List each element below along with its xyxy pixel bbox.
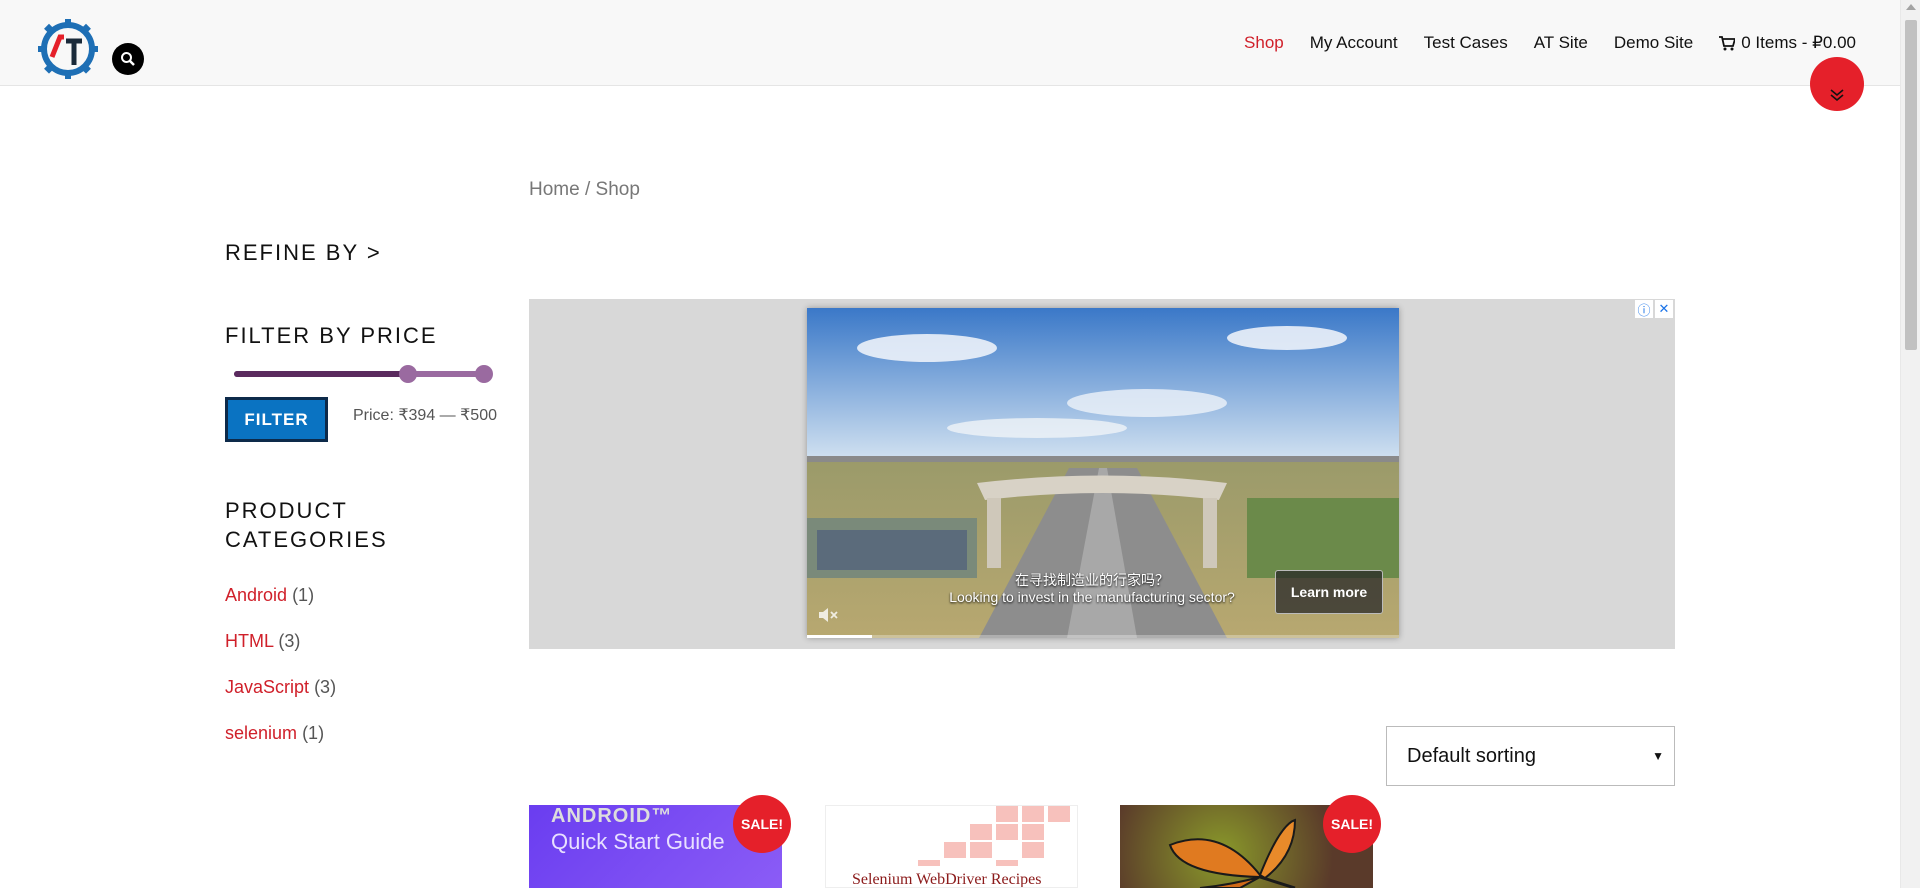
- ad-close-icon[interactable]: ✕: [1655, 300, 1673, 318]
- ad-caption: 在寻找制造业的行家吗？ Looking to invest in the man…: [937, 572, 1247, 606]
- breadcrumb: Home / Shop: [529, 179, 640, 201]
- page-scrollbar[interactable]: [1900, 0, 1920, 888]
- site-header: Shop My Account Test Cases AT Site Demo …: [0, 0, 1900, 86]
- ad-video[interactable]: 在寻找制造业的行家吗？ Looking to invest in the man…: [807, 308, 1399, 638]
- scroll-down-toggle[interactable]: [1810, 57, 1864, 111]
- list-item: selenium (1): [225, 723, 336, 769]
- ad-progress-bar: [807, 635, 1399, 638]
- category-count: (3): [278, 631, 301, 651]
- sort-select[interactable]: Default sorting ▼: [1386, 726, 1675, 786]
- ad-caption-cn: 在寻找制造业的行家吗？: [1015, 572, 1169, 588]
- list-item: Android (1): [225, 585, 336, 631]
- product-image-text: ANDROID™: [551, 805, 673, 827]
- filter-button[interactable]: FILTER: [225, 397, 328, 442]
- nav-shop[interactable]: Shop: [1244, 33, 1284, 53]
- nav-at-site[interactable]: AT Site: [1534, 33, 1588, 53]
- site-logo[interactable]: [36, 17, 100, 81]
- category-count: (1): [292, 585, 315, 605]
- price-slider-min-handle[interactable]: [399, 365, 417, 383]
- sort-selected-value: Default sorting: [1407, 744, 1536, 767]
- product-image-text: Selenium WebDriver Recipes: [852, 871, 1042, 888]
- nav-demo-site[interactable]: Demo Site: [1614, 33, 1693, 53]
- breadcrumb-separator: /: [579, 179, 596, 200]
- list-item: JavaScript (3): [225, 677, 336, 723]
- dropdown-arrow-icon: ▼: [1652, 749, 1664, 763]
- ad-banner: ⓘ ✕ 在寻找制造业的行家吗？ Looking to invest in the…: [529, 299, 1675, 649]
- mute-icon[interactable]: [817, 606, 839, 624]
- price-range-label: Price: ₹394 — ₹500: [353, 407, 497, 424]
- scrollbar-thumb[interactable]: [1905, 20, 1917, 350]
- category-link-android[interactable]: Android: [225, 585, 287, 605]
- nav-cart[interactable]: 0 Items - ₽0.00: [1719, 33, 1856, 53]
- price-slider-max-handle[interactable]: [475, 365, 493, 383]
- search-button[interactable]: [112, 43, 144, 75]
- category-link-javascript[interactable]: JavaScript: [225, 677, 309, 697]
- learn-more-button[interactable]: Learn more: [1275, 570, 1383, 614]
- sale-badge: SALE!: [1323, 795, 1381, 853]
- product-card-selenium-recipes[interactable]: Selenium WebDriver Recipes: [825, 805, 1078, 888]
- ad-info-icon[interactable]: ⓘ: [1635, 300, 1653, 318]
- double-chevron-down-icon: [1830, 89, 1844, 101]
- price-filter-title: FILTER BY PRICE: [225, 323, 438, 348]
- cart-icon: [1719, 35, 1736, 50]
- breadcrumb-current: Shop: [595, 179, 640, 200]
- main-nav: Shop My Account Test Cases AT Site Demo …: [1244, 33, 1856, 53]
- search-icon: [121, 52, 135, 66]
- scroll-up-arrow-icon[interactable]: [1906, 4, 1916, 10]
- price-slider-range: [234, 371, 408, 377]
- breadcrumb-home[interactable]: Home: [529, 179, 580, 200]
- cart-label: 0 Items - ₽0.00: [1741, 33, 1856, 52]
- categories-title: PRODUCT CATEGORIES: [225, 498, 388, 552]
- refine-title[interactable]: REFINE BY >: [225, 240, 382, 266]
- sale-badge: SALE!: [733, 795, 791, 853]
- category-count: (3): [314, 677, 337, 697]
- ad-progress-fill: [807, 635, 873, 638]
- nav-test-cases[interactable]: Test Cases: [1424, 33, 1508, 53]
- category-link-selenium[interactable]: selenium: [225, 723, 297, 743]
- category-list: Android (1) HTML (3) JavaScript (3) sele…: [225, 585, 336, 769]
- ad-caption-en: Looking to invest in the manufacturing s…: [949, 589, 1235, 605]
- category-count: (1): [302, 723, 325, 743]
- product-image-text: Quick Start Guide: [551, 829, 725, 854]
- ad-controls: ⓘ ✕: [1635, 300, 1673, 318]
- category-link-html[interactable]: HTML: [225, 631, 273, 651]
- nav-my-account[interactable]: My Account: [1310, 33, 1398, 53]
- list-item: HTML (3): [225, 631, 336, 677]
